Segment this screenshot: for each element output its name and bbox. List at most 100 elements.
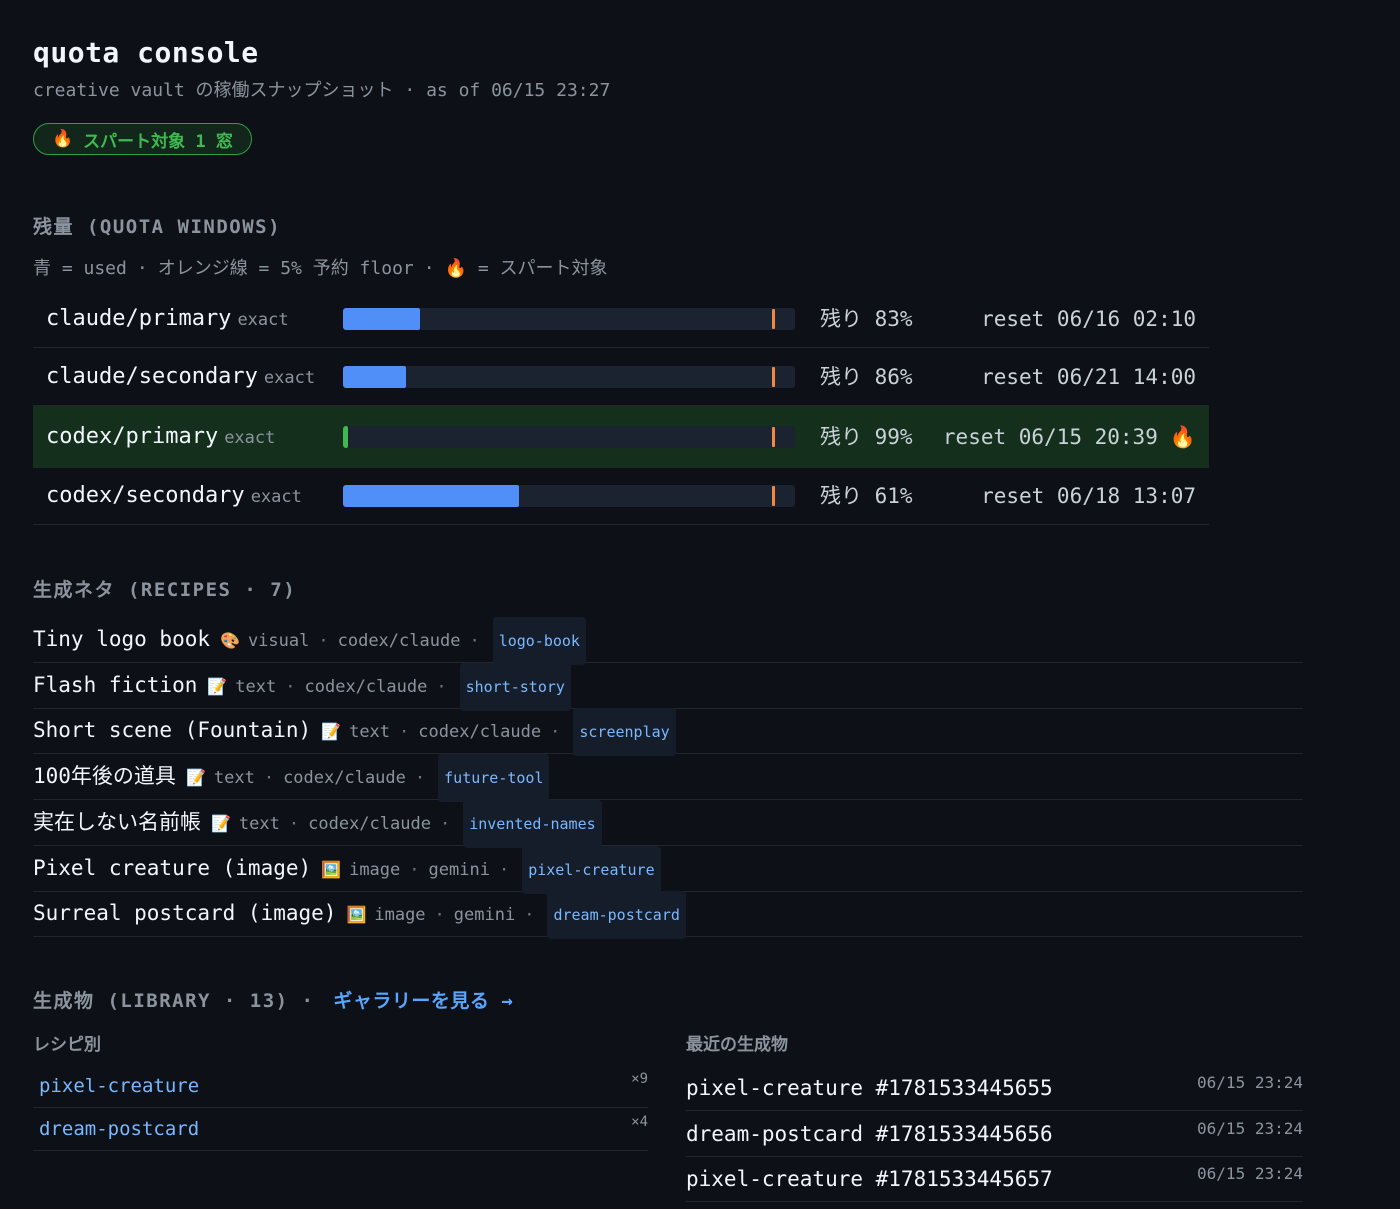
recipe-kind: image xyxy=(349,859,401,880)
separator-dot: · xyxy=(399,722,410,743)
usage-bar-fill xyxy=(343,426,348,448)
recent-item-name[interactable]: pixel-creature #1781533445657 xyxy=(686,1156,1053,1202)
recipe-line: Flash fiction 📝 text · codex/claude · short-st… xyxy=(33,662,571,711)
recipe-name[interactable]: 実在しない名前帳 xyxy=(33,810,201,834)
recipe-engine: gemini xyxy=(428,859,490,880)
recipe-row[interactable]: Flash fiction 📝 text · codex/claude · short-st… xyxy=(33,662,1303,711)
usage-bar xyxy=(343,426,795,448)
page-title: quota console xyxy=(33,36,259,69)
quota-row: claude/secondary exact 残り 86% reset 06/21 1… xyxy=(33,348,1209,406)
quota-window-label: claude/secondary xyxy=(46,364,258,389)
recent-item[interactable]: dream-postcard #1781533445656 06/15 23:24 xyxy=(686,1111,1303,1157)
gallery-link[interactable]: ギャラリーを見る → xyxy=(333,990,513,1012)
recipe-tag[interactable]: dream-postcard xyxy=(547,891,686,940)
recipe-tag[interactable]: invented-names xyxy=(463,799,602,848)
recipe-tag[interactable]: short-story xyxy=(459,662,571,711)
reserve-floor-marker xyxy=(772,367,776,387)
recipe-name[interactable]: Flash fiction xyxy=(33,673,197,697)
page-subtitle: creative vault の稼働スナップショット · as of 06/15… xyxy=(33,80,611,101)
recent-item-time: 06/15 23:24 xyxy=(1197,1118,1303,1138)
recipe-row[interactable]: Surreal postcard (image) 🖼️ image · gemini · d… xyxy=(33,891,1303,940)
reset-time: reset 06/15 20:39 🔥 xyxy=(943,406,1196,468)
quota-window-kind: exact xyxy=(250,487,302,507)
fire-icon: 🔥 xyxy=(1169,425,1196,449)
memo-icon: 📝 xyxy=(321,722,342,742)
recipe-name[interactable]: 100年後の道具 xyxy=(33,764,176,788)
quota-window-name: claude/secondary exact xyxy=(46,348,315,407)
library-heading-label: 生成物 (LIBRARY · 13) · xyxy=(33,990,315,1012)
recipe-row[interactable]: Short scene (Fountain) 📝 text · codex/claude… xyxy=(33,708,1303,757)
recipes-heading: 生成ネタ (RECIPES · 7) xyxy=(33,579,297,601)
quota-row: codex/primary exact 残り 99% reset 06/15 20:3… xyxy=(33,406,1209,468)
recipe-row[interactable]: Pixel creature (image) 🖼️ image · gemini · pix… xyxy=(33,845,1303,894)
legend-spurt: 🔥 = スパート対象 xyxy=(444,258,608,279)
recipe-name[interactable]: Surreal postcard (image) xyxy=(33,901,336,925)
separator-dot: · xyxy=(550,722,561,743)
recipe-name[interactable]: Pixel creature (image) xyxy=(33,856,311,880)
recipe-line: Short scene (Fountain) 📝 text · codex/claude… xyxy=(33,708,676,757)
quota-window-name: codex/primary exact xyxy=(46,406,275,469)
recipe-name[interactable]: Short scene (Fountain) xyxy=(33,718,311,742)
recipe-row[interactable]: Tiny logo book 🎨 visual · codex/claude · logo-… xyxy=(33,617,1303,665)
separator-dot: · xyxy=(409,859,420,880)
remaining-percent: 残り 99% xyxy=(820,425,913,449)
usage-bar xyxy=(343,485,795,507)
separator-dot: · xyxy=(414,768,426,789)
recent-item-name[interactable]: pixel-creature #1781533445655 xyxy=(686,1065,1053,1111)
recipe-kind: text xyxy=(349,722,391,743)
recipe-name[interactable]: Tiny logo book xyxy=(33,627,210,651)
legend-separator: · xyxy=(136,258,148,279)
quota-heading: 残量 (QUOTA WINDOWS) xyxy=(33,216,282,238)
recent-item-name[interactable]: dream-postcard #1781533445656 xyxy=(686,1111,1053,1157)
recipe-line: Tiny logo book 🎨 visual · codex/claude · logo-… xyxy=(33,617,586,665)
recent-item-time: 06/15 23:24 xyxy=(1197,1073,1303,1092)
library-recipe-link[interactable]: pixel-creature xyxy=(39,1065,199,1108)
separator-dot: · xyxy=(288,813,300,834)
spurt-badge-label: スパート対象 1 窓 xyxy=(83,131,233,152)
usage-bar xyxy=(343,366,795,388)
recipe-line: 100年後の道具 📝 text · codex/claude · future-tool xyxy=(33,754,550,803)
recipe-kind: image xyxy=(374,905,426,926)
separator-dot: · xyxy=(469,631,480,651)
recipe-row[interactable]: 100年後の道具 📝 text · codex/claude · future-tool xyxy=(33,754,1303,803)
quota-window-kind: exact xyxy=(263,368,316,388)
recipe-tag[interactable]: logo-book xyxy=(492,617,586,665)
recipe-kind: visual xyxy=(247,631,310,651)
usage-bar-fill xyxy=(343,308,420,330)
quota-window-label: codex/secondary xyxy=(46,483,245,508)
recipe-line: 実在しない名前帳 📝 text · codex/claude · invented-name… xyxy=(33,799,602,848)
quota-window-kind: exact xyxy=(224,428,276,448)
separator-dot: · xyxy=(285,676,296,697)
legend-separator: · xyxy=(423,258,435,279)
quota-window-label: codex/primary xyxy=(46,424,219,449)
recipe-tag[interactable]: pixel-creature xyxy=(522,845,661,894)
quota-window-name: codex/secondary exact xyxy=(46,467,302,526)
reserve-floor-marker xyxy=(772,427,776,447)
reset-label: reset 06/21 14:00 xyxy=(981,365,1196,389)
recipe-line: Surreal postcard (image) 🖼️ image · gemini · d… xyxy=(33,891,686,940)
quota-row: codex/secondary exact 残り 61% reset 06/18 13… xyxy=(33,467,1209,525)
recipe-tag[interactable]: future-tool xyxy=(438,754,550,803)
recipe-row[interactable]: 実在しない名前帳 📝 text · codex/claude · invented-name… xyxy=(33,799,1303,848)
recipe-tag[interactable]: screenplay xyxy=(573,708,676,757)
memo-icon: 📝 xyxy=(185,768,206,788)
library-recipe-row[interactable]: dream-postcard ×4 xyxy=(33,1108,648,1151)
recipe-kind: text xyxy=(238,813,280,834)
reserve-floor-marker xyxy=(772,486,776,506)
by-recipe-heading: レシピ別 xyxy=(33,1035,101,1055)
reset-time: reset 06/16 02:10 xyxy=(981,290,1196,348)
quota-row: claude/primary exact 残り 83% reset 06/16 02:… xyxy=(33,290,1209,348)
library-recipe-link[interactable]: dream-postcard xyxy=(39,1108,199,1151)
legend-floor: オレンジ線 = 5% 予約 floor xyxy=(157,258,414,279)
library-recipe-row[interactable]: pixel-creature ×9 xyxy=(33,1065,648,1108)
quota-window-name: claude/primary exact xyxy=(46,290,289,349)
memo-icon: 📝 xyxy=(207,676,228,696)
reset-label: reset 06/15 20:39 xyxy=(942,425,1158,449)
recent-item[interactable]: pixel-creature #1781533445655 06/15 23:24 xyxy=(686,1065,1303,1111)
library-recipe-count: ×9 xyxy=(631,1071,648,1087)
recent-heading: 最近の生成物 xyxy=(686,1035,788,1055)
recent-item[interactable]: pixel-creature #1781533445657 06/15 23:24 xyxy=(686,1156,1303,1203)
fire-icon: 🔥 xyxy=(52,129,74,149)
recipe-engine: codex/claude xyxy=(418,722,542,743)
picture-icon: 🖼️ xyxy=(321,859,342,879)
